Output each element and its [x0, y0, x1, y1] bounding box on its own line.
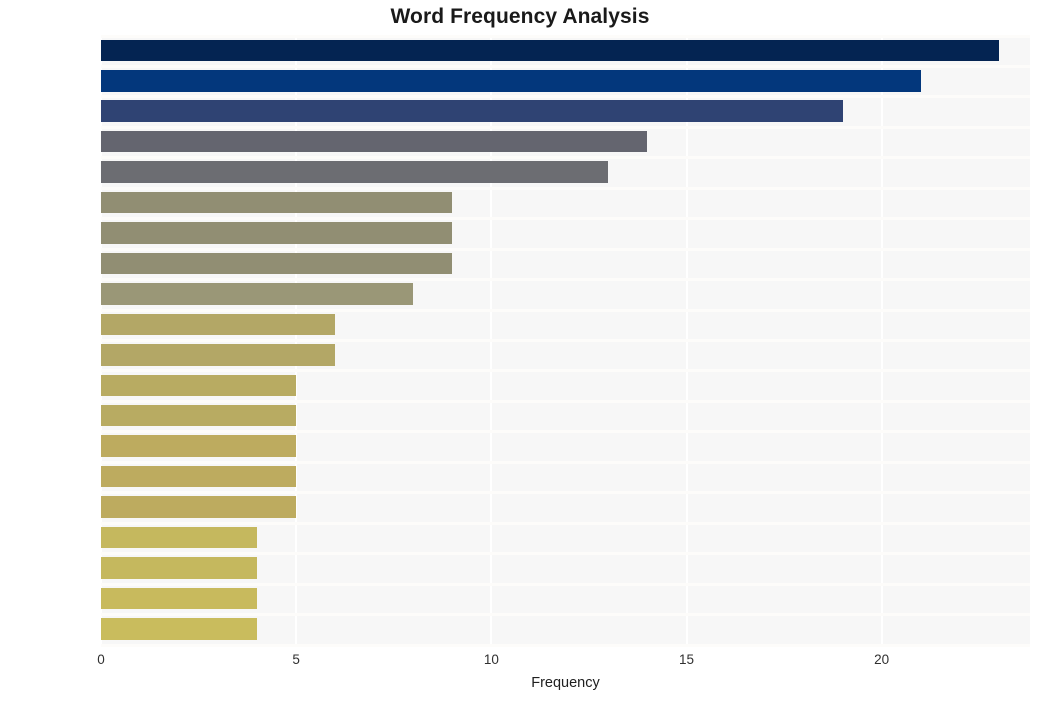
- bar-news[interactable]: [101, 465, 297, 488]
- bar-years[interactable]: [101, 404, 297, 427]
- bar-row[interactable]: [101, 219, 1030, 248]
- bar-row[interactable]: [101, 280, 1030, 309]
- bar-row[interactable]: [101, 523, 1030, 552]
- bar-row[interactable]: [101, 584, 1030, 613]
- word-frequency-bar-chart: Word Frequency Analysis afghanistanqaeda…: [0, 0, 1040, 701]
- bar-row[interactable]: [101, 66, 1030, 95]
- bar-row[interactable]: [101, 158, 1030, 187]
- bar-row[interactable]: [101, 310, 1030, 339]
- bar-row[interactable]: [101, 188, 1030, 217]
- chart-title: Word Frequency Analysis: [390, 5, 650, 28]
- bar-row[interactable]: [101, 371, 1030, 400]
- bar-crucible[interactable]: [101, 587, 258, 610]
- plot-area: [100, 34, 1030, 647]
- bar-terrorist[interactable]: [101, 222, 453, 244]
- bar-force[interactable]: [101, 313, 336, 336]
- bar-row[interactable]: [101, 97, 1030, 126]
- x-tick-label-20: 20: [874, 652, 890, 667]
- bar-attack[interactable]: [101, 161, 609, 183]
- bar-terrorism[interactable]: [101, 618, 258, 640]
- x-tick-label-10: 10: [483, 652, 499, 667]
- bar-row[interactable]: [101, 249, 1030, 278]
- x-tick-label-0: 0: [97, 652, 105, 667]
- bar-iran[interactable]: [101, 344, 336, 366]
- bar-war[interactable]: [101, 191, 453, 214]
- bar-row[interactable]: [101, 432, 1030, 461]
- bar-row[interactable]: [101, 127, 1030, 156]
- bar-row[interactable]: [101, 493, 1030, 522]
- bar-row[interactable]: [101, 401, 1030, 430]
- bar-afghanistan[interactable]: [101, 39, 999, 62]
- bar-row[interactable]: [101, 462, 1030, 491]
- bar-row[interactable]: [101, 36, 1030, 65]
- bar-long[interactable]: [101, 374, 297, 397]
- bar-afghan[interactable]: [101, 283, 414, 305]
- bar-row[interactable]: [101, 615, 1030, 644]
- bar-row[interactable]: [101, 341, 1030, 370]
- bar-fight[interactable]: [101, 557, 258, 579]
- x-tick-label-15: 15: [678, 652, 695, 667]
- bar-group[interactable]: [101, 252, 453, 275]
- bar-qaeda[interactable]: [101, 70, 921, 92]
- x-axis-label: Frequency: [531, 675, 600, 691]
- bar-new[interactable]: [101, 496, 297, 518]
- gridline-horizontal: [101, 643, 1030, 647]
- bar-fox[interactable]: [101, 435, 297, 457]
- bar-sadat[interactable]: [101, 130, 648, 153]
- x-tick-label-5: 5: [292, 652, 300, 667]
- bar-row[interactable]: [101, 554, 1030, 583]
- bar-general[interactable]: [101, 526, 258, 549]
- bar-taliban[interactable]: [101, 100, 843, 122]
